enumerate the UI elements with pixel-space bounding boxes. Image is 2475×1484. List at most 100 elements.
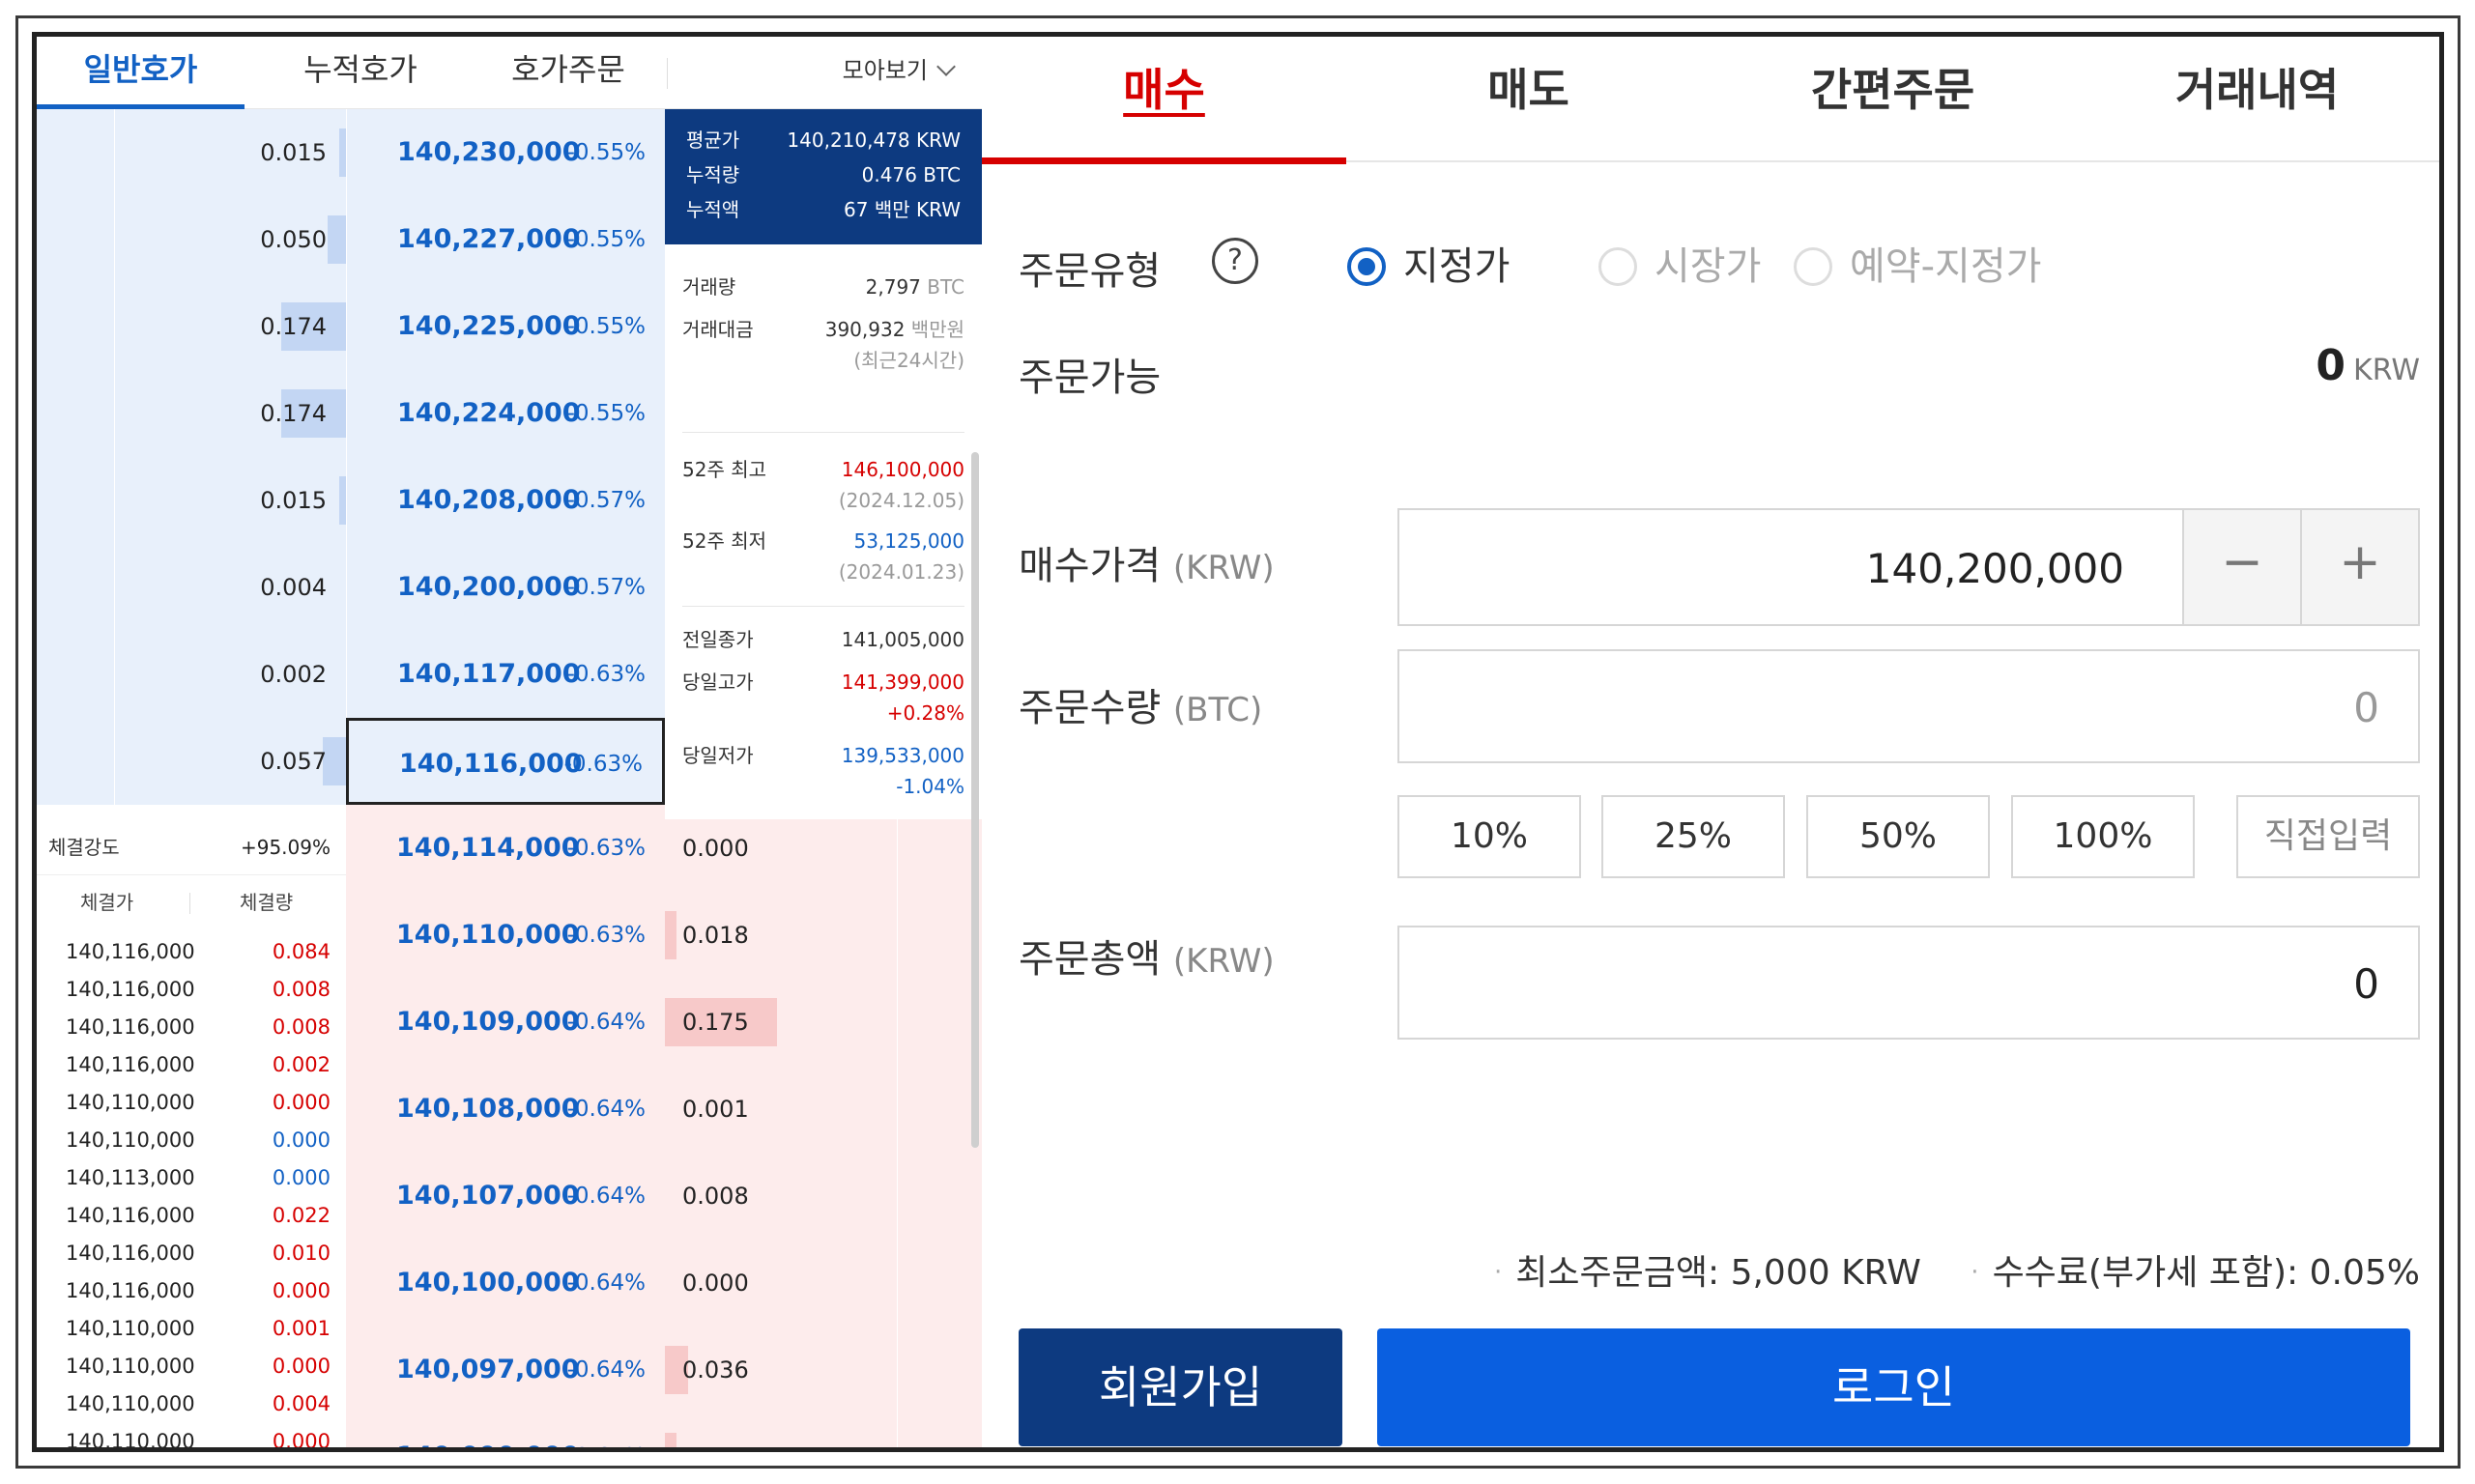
bid-price-cell[interactable]: 140,108,000 -0.64% bbox=[346, 1066, 665, 1153]
trade-qty: 0.084 bbox=[272, 940, 331, 963]
tab-buy[interactable]: 매수 bbox=[982, 37, 1346, 164]
ask-price-cell[interactable]: 140,227,000 -0.55% bbox=[346, 196, 665, 283]
view-dropdown[interactable]: 모아보기 bbox=[843, 37, 956, 109]
trade-row: 140,110,000 0.000 bbox=[37, 1122, 346, 1159]
tab-divider bbox=[667, 58, 668, 89]
tab-cumulative-quote[interactable]: 누적호가 bbox=[264, 37, 457, 109]
volume-value: 2,797 bbox=[865, 275, 921, 299]
ask-price-cell[interactable]: 140,208,000 -0.57% bbox=[346, 457, 665, 544]
ask-qty: 0.015 bbox=[260, 487, 327, 514]
day-low-label: 당일저가 bbox=[682, 744, 754, 767]
price-minus-button[interactable]: − bbox=[2182, 510, 2300, 624]
strength-row: 체결강도 +95.09% bbox=[37, 819, 346, 875]
ask-price-cell[interactable]: 140,116,000 -0.63% bbox=[346, 718, 665, 805]
cum-amount-value: 67 백만 KRW bbox=[844, 198, 961, 221]
bid-price-cell[interactable]: 140,097,000 -0.64% bbox=[346, 1327, 665, 1413]
tab-quote-order[interactable]: 호가주문 bbox=[472, 37, 665, 109]
trade-price: 140,116,000 bbox=[66, 1204, 195, 1227]
trade-price: 140,110,000 bbox=[66, 1091, 195, 1114]
ask-price-cell[interactable]: 140,200,000 -0.57% bbox=[346, 544, 665, 631]
ask-price-cell[interactable]: 140,230,000 -0.55% bbox=[346, 109, 665, 196]
pct-100-button[interactable]: 100% bbox=[2011, 795, 2195, 878]
trade-qty: 0.000 bbox=[272, 1279, 331, 1302]
turnover-unit: 백만원 bbox=[910, 318, 964, 341]
bullet-icon: · bbox=[1494, 1258, 1503, 1287]
cell-divider bbox=[114, 283, 115, 370]
orderbook-scrollbar[interactable] bbox=[971, 452, 979, 1148]
tab-history[interactable]: 거래내역 bbox=[2075, 37, 2439, 162]
ask-qty-cell: 0.015 bbox=[37, 457, 346, 544]
ask-price: 140,208,000 bbox=[397, 485, 581, 515]
trade-row: 140,116,000 0.008 bbox=[37, 1009, 346, 1046]
buy-price-label: 매수가격 bbox=[1019, 544, 1162, 588]
fee-note: 수수료(부가세 포함): 0.05% bbox=[1992, 1253, 2420, 1293]
bid-volume-bar bbox=[665, 911, 676, 959]
ask-price: 140,117,000 bbox=[397, 659, 581, 689]
trade-qty: 0.000 bbox=[272, 1128, 331, 1152]
trade-summary-box: 평균가 140,210,478 KRW 누적량 0.476 BTC 누적액 67 백만… bbox=[665, 109, 982, 244]
ask-price: 140,227,000 bbox=[397, 224, 581, 254]
radio-market-label: 시장가 bbox=[1655, 244, 1762, 289]
pct-50-button[interactable]: 50% bbox=[1806, 795, 1990, 878]
trade-qty: 0.000 bbox=[272, 1091, 331, 1114]
trade-price: 140,116,000 bbox=[66, 1015, 195, 1039]
bid-qty-cell: 0.001 bbox=[665, 1066, 982, 1153]
day-low-value: 139,533,000 bbox=[841, 744, 964, 767]
tab-buy-label: 매수 bbox=[1123, 64, 1205, 116]
trade-row: 140,110,000 0.000 bbox=[37, 1084, 346, 1122]
trade-row: 140,110,000 0.000 bbox=[37, 1423, 346, 1447]
turnover-label: 거래대금 bbox=[682, 318, 754, 341]
bid-change: -0.63% bbox=[566, 923, 646, 948]
day-high-value: 141,399,000 bbox=[841, 671, 964, 694]
bid-price-cell[interactable]: 140,114,000 -0.63% bbox=[346, 805, 665, 892]
total-input[interactable]: 0 bbox=[1397, 926, 2420, 1040]
trades-header: 체결가 체결량 bbox=[37, 877, 346, 928]
trade-price: 140,113,000 bbox=[66, 1166, 195, 1189]
price-plus-button[interactable]: + bbox=[2300, 510, 2418, 624]
ask-price-cell[interactable]: 140,117,000 -0.63% bbox=[346, 631, 665, 718]
order-panel: 매수 매도 간편주문 거래내역 주문유형 ? 지정가 시장가 예약-지정가 주문… bbox=[982, 37, 2439, 1447]
signup-button[interactable]: 회원가입 bbox=[1019, 1328, 1342, 1446]
cell-divider bbox=[114, 544, 115, 631]
strength-value: +95.09% bbox=[240, 836, 331, 859]
tab-simple-order[interactable]: 간편주문 bbox=[1711, 37, 2075, 162]
pct-25-button[interactable]: 25% bbox=[1601, 795, 1785, 878]
ask-price: 140,116,000 bbox=[399, 749, 583, 779]
bid-price-cell[interactable]: 140,090,000-0.65% bbox=[346, 1413, 665, 1447]
radio-unchecked-icon bbox=[1598, 247, 1637, 286]
qty-input[interactable]: 0 bbox=[1397, 649, 2420, 763]
pct-10-button[interactable]: 10% bbox=[1397, 795, 1581, 878]
cell-divider bbox=[897, 892, 898, 979]
bid-price-cell[interactable]: 140,100,000 -0.64% bbox=[346, 1240, 665, 1327]
direct-input-button[interactable]: 직접입력 bbox=[2236, 795, 2420, 878]
trade-qty: 0.000 bbox=[272, 1430, 331, 1447]
ask-price: 140,225,000 bbox=[397, 311, 581, 341]
ask-price-cell[interactable]: 140,224,000 -0.55% bbox=[346, 370, 665, 457]
bid-price-cell[interactable]: 140,109,000 -0.64% bbox=[346, 979, 665, 1066]
tab-normal-quote[interactable]: 일반호가 bbox=[37, 37, 245, 109]
buy-price-label-row: 매수가격 (KRW) bbox=[1019, 534, 1275, 590]
trade-price: 140,116,000 bbox=[66, 1241, 195, 1265]
login-button[interactable]: 로그인 bbox=[1377, 1328, 2410, 1446]
trade-qty: 0.000 bbox=[272, 1166, 331, 1189]
help-icon[interactable]: ? bbox=[1212, 238, 1258, 284]
trade-qty: 0.000 bbox=[272, 1355, 331, 1378]
trade-qty: 0.002 bbox=[272, 1053, 331, 1076]
trade-row: 140,116,000 0.010 bbox=[37, 1235, 346, 1272]
cell-divider bbox=[114, 631, 115, 718]
buy-price-input[interactable]: 140,200,000 − + bbox=[1397, 508, 2420, 626]
volume-unit: BTC bbox=[927, 275, 964, 299]
tab-sell[interactable]: 매도 bbox=[1346, 37, 1711, 162]
order-tabs: 매수 매도 간편주문 거래내역 bbox=[982, 37, 2439, 164]
available-label: 주문가능 bbox=[1019, 356, 1162, 400]
bid-price-cell[interactable]: 140,107,000 -0.64% bbox=[346, 1153, 665, 1240]
ask-qty: 0.057 bbox=[260, 748, 327, 775]
cum-amount-label: 누적액 bbox=[686, 198, 740, 221]
ask-price-cell[interactable]: 140,225,000 -0.55% bbox=[346, 283, 665, 370]
bid-change: -0.64% bbox=[566, 1097, 646, 1122]
trade-price: 140,110,000 bbox=[66, 1317, 195, 1340]
bid-price-cell[interactable]: 140,110,000 -0.63% bbox=[346, 892, 665, 979]
bid-price: 140,108,000 bbox=[396, 1094, 580, 1124]
bid-qty: 0.018 bbox=[682, 922, 749, 949]
ask-volume-bar bbox=[339, 128, 346, 177]
